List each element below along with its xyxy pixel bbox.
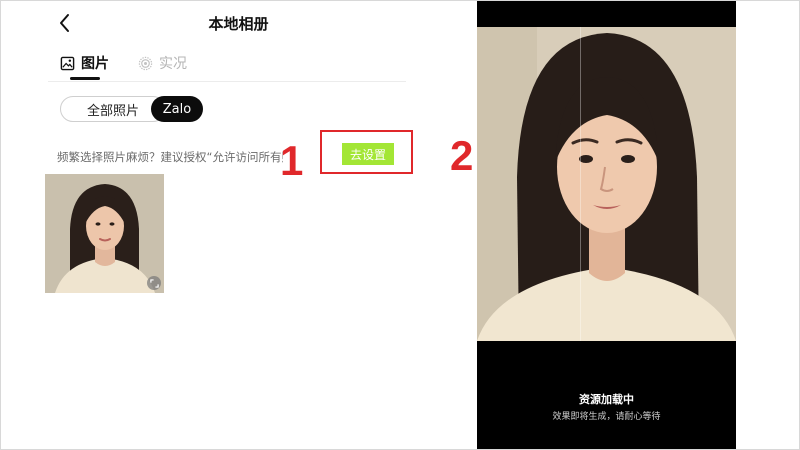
preview-panel: 资源加载中 效果即将生成，请耐心等待 (477, 0, 736, 450)
preview-image (477, 27, 736, 341)
filter-zalo[interactable]: Zalo (151, 96, 203, 122)
tab-live[interactable]: 实况 (138, 53, 187, 73)
page-title: 本地相册 (208, 15, 269, 33)
tab-live-label: 实况 (159, 56, 187, 72)
loading-subtitle: 效果即将生成，请耐心等待 (552, 412, 661, 422)
portrait-photo (45, 174, 164, 293)
permission-hint: 频繁选择照片麻烦？建议授权“允许访问所有照片” (57, 150, 283, 164)
live-photo-icon (138, 56, 153, 71)
annotation-marker-1: 1 (280, 137, 304, 184)
go-settings-button[interactable]: 去设置 (342, 143, 394, 165)
image-icon (60, 56, 75, 71)
expand-icon[interactable] (147, 276, 161, 290)
active-tab-indicator (70, 77, 100, 80)
right-margin (736, 0, 800, 450)
tab-divider (48, 81, 406, 82)
tab-photos[interactable]: 图片 (60, 53, 109, 73)
photo-thumbnail[interactable] (45, 174, 164, 293)
annotation-marker-2: 2 (450, 132, 474, 179)
tab-photos-label: 图片 (81, 56, 109, 72)
loading-title: 资源加载中 (579, 393, 634, 406)
portrait-preview (477, 27, 736, 341)
